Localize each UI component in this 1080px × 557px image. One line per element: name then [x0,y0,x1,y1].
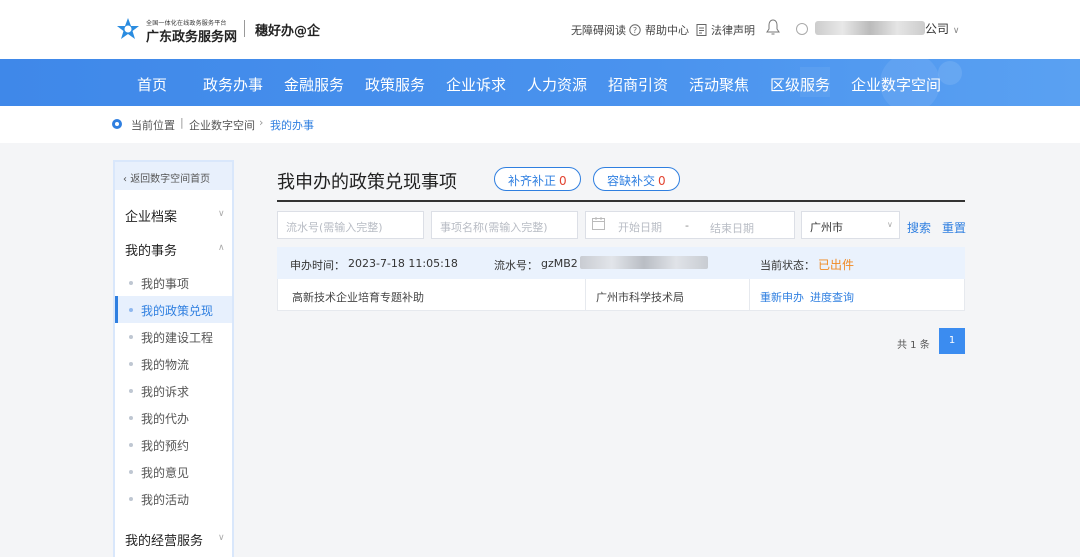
end-date-input[interactable]: 结束日期 [702,213,792,237]
nav-item-policy[interactable]: 政策服务 [365,74,425,95]
supplement-label: 补齐补正 [508,174,557,188]
chevron-down-icon: ∨ [887,220,893,229]
city-select-value: 广州市 [810,221,843,234]
help-icon: ? [629,24,641,36]
sidebar-item-logistics[interactable]: 我的物流 [115,350,232,377]
deficiency-submit-button[interactable]: 容缺补交 0 [593,167,680,191]
legal-link[interactable]: 法律声明 [696,22,755,38]
status-label: 当前状态： [760,259,815,272]
back-to-space-button[interactable]: ‹ 返回数字空间首页 [115,162,232,190]
serial-label: 流水号： [494,259,538,272]
back-label: 返回数字空间首页 [130,174,211,185]
main-nav: 首页 政务办事 金融服务 政策服务 企业诉求 人力资源 招商引资 活动聚焦 区级… [0,59,1080,106]
nav-item-investment[interactable]: 招商引资 [608,74,668,95]
chevron-up-icon: ∧ [218,243,225,253]
date-range-separator: - [685,219,689,232]
city-select[interactable]: 广州市 [801,211,900,239]
title-divider [277,200,965,202]
redacted-company-name [815,21,925,35]
chevron-down-icon: ∨ [218,533,225,543]
sidebar-group-archive[interactable]: 企业档案 [125,206,177,225]
sidebar-item-policy-redemption[interactable]: 我的政策兑现 [115,296,232,323]
sidebar-item-activities[interactable]: 我的活动 [115,485,232,512]
item-name-input[interactable]: 事项名称(需输入完整) [431,211,578,239]
search-button[interactable]: 搜索 [907,219,931,236]
column-divider [585,279,586,311]
calendar-icon [592,217,605,230]
platform-name[interactable]: 广东政务服务网 [146,26,237,45]
bell-icon[interactable] [766,19,780,35]
help-center-link[interactable]: ? 帮助中心 [629,22,689,38]
chevron-down-icon: ∨ [218,209,225,219]
breadcrumb-current: 我的办事 [270,119,314,132]
nav-item-gov-affairs[interactable]: 政务办事 [203,74,263,95]
user-avatar[interactable] [796,23,808,35]
help-center-label: 帮助中心 [645,24,689,37]
reapply-link[interactable]: 重新申办 [760,289,804,305]
brand-title[interactable]: 穗好办@企 [255,20,320,39]
logo-divider [244,20,245,37]
sidebar-item-construction[interactable]: 我的建设工程 [115,323,232,350]
legal-label: 法律声明 [711,24,755,37]
sidebar-item-appointments[interactable]: 我的预约 [115,431,232,458]
top-header: 全国一体化在线政务服务平台 广东政务服务网 穗好办@企 无障碍阅读 ? 帮助中心… [0,0,1080,59]
sidebar-item-my-items[interactable]: 我的事项 [115,269,232,296]
nav-item-district[interactable]: 区级服务 [770,74,830,95]
supplement-correction-button[interactable]: 补齐补正 0 [494,167,581,191]
gd-logo-icon[interactable] [116,17,140,41]
breadcrumb-digital-space[interactable]: 企业数字空间 [189,117,255,133]
svg-text:?: ? [633,26,637,35]
accessibility-label: 无障碍阅读 [571,24,626,37]
page-title: 我申办的政策兑现事项 [277,172,457,193]
company-suffix: 公司 [925,22,950,36]
nav-item-appeals[interactable]: 企业诉求 [446,74,506,95]
column-divider [749,279,750,311]
breadcrumb-separator: | [180,116,184,129]
chevron-down-icon: ∨ [952,26,960,36]
item-name: 高新技术企业培育专题补助 [292,291,424,304]
page-button-1[interactable]: 1 [939,328,965,354]
reset-button[interactable]: 重置 [942,219,966,236]
start-date-input[interactable]: 开始日期 [618,221,662,234]
sidebar-group-affairs[interactable]: 我的事务 [125,240,177,259]
deficiency-count: 0 [658,174,666,188]
sidebar: ‹ 返回数字空间首页 企业档案 ∨ 我的事务 ∧ 我的事项 我的政策兑现 我的建… [113,160,234,557]
status-badge: 已出件 [818,258,855,272]
sidebar-item-proxy[interactable]: 我的代办 [115,404,232,431]
serial-value: gzMB2 [541,257,578,270]
nav-item-digital-space[interactable]: 企业数字空间 [851,74,941,95]
location-icon [112,119,122,129]
apply-time-value: 2023-7-18 11:05:18 [348,257,458,270]
nav-item-finance[interactable]: 金融服务 [284,74,344,95]
accessibility-link[interactable]: 无障碍阅读 [571,22,626,38]
document-icon [696,24,707,36]
breadcrumb-separator: › [259,116,264,129]
nav-item-home[interactable]: 首页 [137,74,167,95]
redacted-serial [580,256,708,269]
department-name: 广州市科学技术局 [596,291,684,304]
serial-number-input[interactable]: 流水号(需输入完整) [277,211,424,239]
breadcrumb: 当前位置 | 企业数字空间 › 我的办事 [0,106,1080,143]
supplement-count: 0 [559,174,567,188]
sidebar-item-appeals[interactable]: 我的诉求 [115,377,232,404]
apply-time-label: 申办时间： [290,259,345,272]
progress-query-link[interactable]: 进度查询 [810,289,854,305]
sidebar-item-feedback[interactable]: 我的意见 [115,458,232,485]
sidebar-group-business[interactable]: 我的经营服务 [125,530,203,549]
breadcrumb-label: 当前位置 [131,119,175,132]
deficiency-label: 容缺补交 [607,174,656,188]
nav-item-events[interactable]: 活动聚焦 [689,74,749,95]
account-menu[interactable]: 公司 ∨ [925,20,959,37]
pagination-total: 共 1 条 [897,340,930,351]
nav-item-hr[interactable]: 人力资源 [527,74,587,95]
